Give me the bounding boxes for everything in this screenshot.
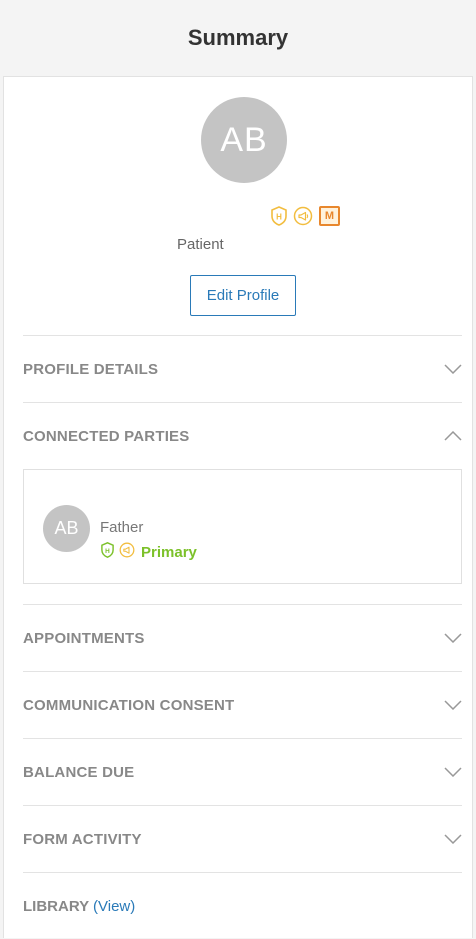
connected-party-card[interactable]: AB Father H Primary: [23, 469, 462, 584]
avatar: AB: [201, 97, 287, 183]
section-title: APPOINTMENTS: [23, 629, 145, 647]
section-title: PROFILE DETAILS: [23, 360, 159, 378]
profile-role: Patient: [177, 236, 224, 253]
header: Summary: [0, 0, 476, 76]
page-title: Summary: [187, 25, 289, 50]
library-label: LIBRARY: [23, 897, 89, 915]
chevron-up-icon[interactable]: [444, 427, 462, 445]
library-paren-close: ): [130, 897, 136, 915]
section-title: BALANCE DUE: [23, 763, 135, 781]
megaphone-icon: [119, 542, 135, 563]
svg-text:H: H: [105, 548, 110, 555]
party-relation: Father: [100, 519, 144, 536]
section-title: CONNECTED PARTIES: [23, 427, 190, 445]
section-appointments[interactable]: APPOINTMENTS: [23, 604, 462, 671]
chevron-down-icon[interactable]: [444, 696, 462, 714]
profile-badges: H M: [269, 206, 340, 226]
chevron-down-icon[interactable]: [444, 830, 462, 848]
chevron-down-icon[interactable]: [444, 360, 462, 378]
section-title: FORM ACTIVITY: [23, 830, 142, 848]
edit-profile-button[interactable]: Edit Profile: [190, 275, 296, 316]
section-profile-details[interactable]: PROFILE DETAILS: [23, 335, 462, 402]
section-balance-due[interactable]: BALANCE DUE: [23, 738, 462, 805]
primary-status: Primary: [141, 544, 197, 561]
profile-card: AB H M Patient Edit Profile: [4, 77, 472, 335]
section-form-activity[interactable]: FORM ACTIVITY: [23, 805, 462, 872]
hipaa-shield-icon: H: [100, 542, 115, 563]
section-library: LIBRARY (View): [23, 872, 462, 939]
library-view-link[interactable]: View: [98, 898, 130, 915]
hipaa-shield-icon: H: [269, 206, 289, 226]
section-connected-parties[interactable]: CONNECTED PARTIES: [23, 402, 462, 469]
section-communication-consent[interactable]: COMMUNICATION CONSENT: [23, 671, 462, 738]
section-title: LIBRARY (View): [23, 898, 135, 915]
svg-text:H: H: [276, 213, 282, 222]
badge-m: M: [319, 206, 340, 226]
summary-panel: AB H M Patient Edit Profile PROFILE DETA…: [3, 76, 473, 938]
avatar: AB: [43, 505, 90, 552]
party-badges: H Primary: [100, 542, 197, 563]
chevron-down-icon[interactable]: [444, 629, 462, 647]
chevron-down-icon[interactable]: [444, 763, 462, 781]
megaphone-icon: [293, 206, 313, 226]
section-title: COMMUNICATION CONSENT: [23, 696, 235, 714]
